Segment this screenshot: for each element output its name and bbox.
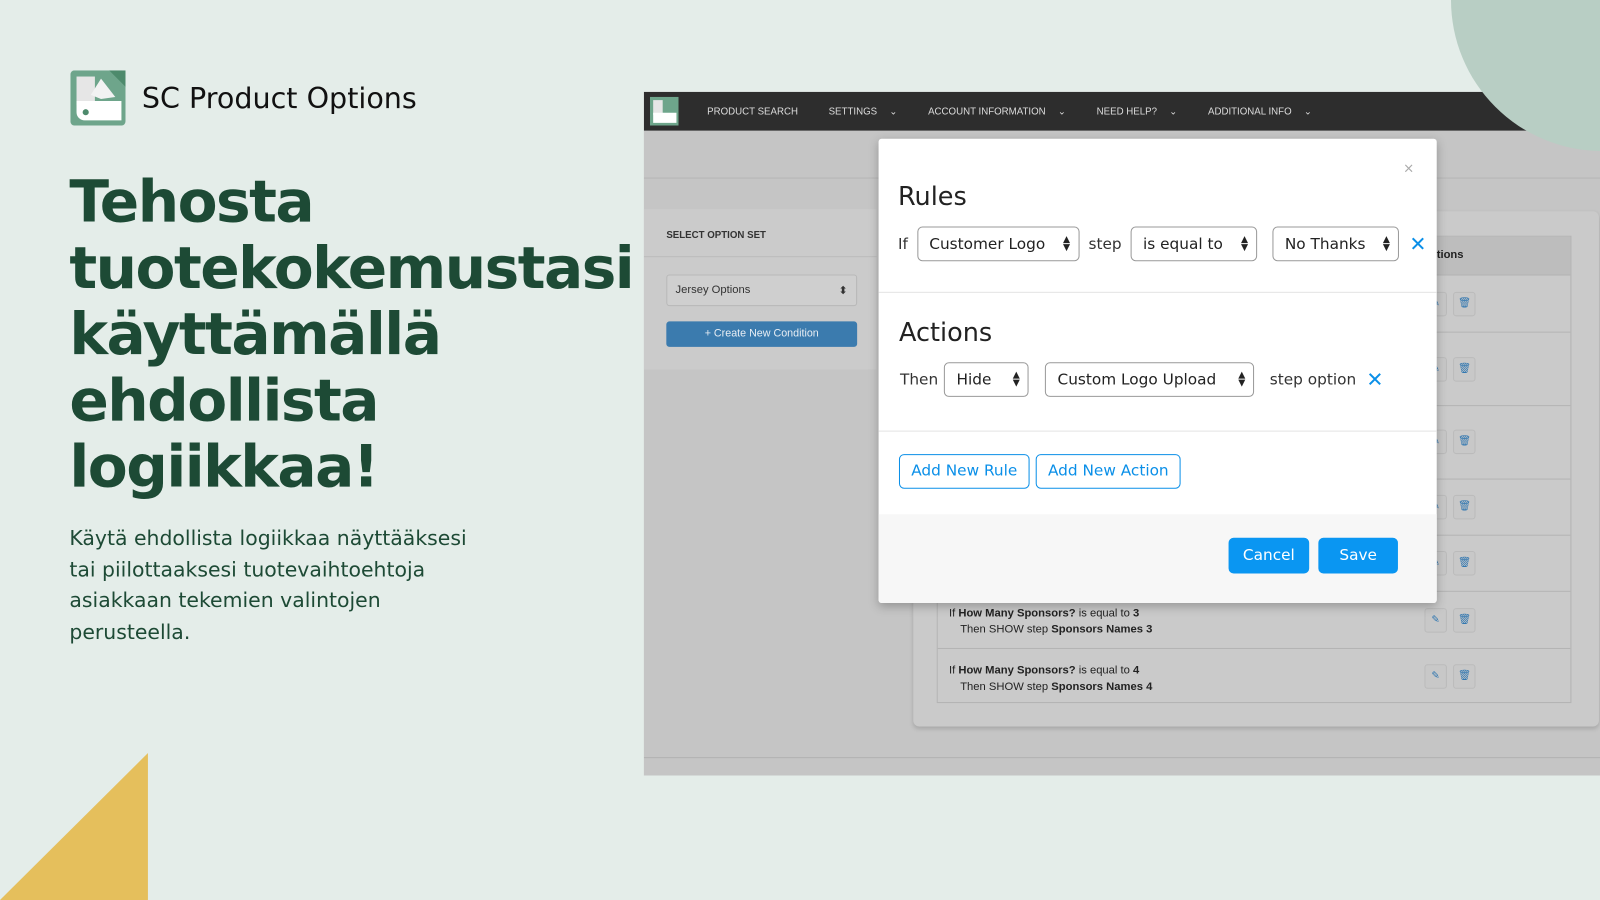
then-label: Then (899, 370, 939, 389)
trash-icon[interactable]: 🗑 (1453, 664, 1476, 689)
app-logo-icon (70, 70, 126, 126)
cancel-button[interactable]: Cancel (1228, 537, 1310, 574)
option-set-panel: SELECT OPTION SET Jersey Options ⬍ + Crea… (643, 209, 877, 370)
select-option-set-label: SELECT OPTION SET (666, 229, 766, 241)
chevron-down-icon: ⌄ (1169, 105, 1178, 117)
condition-text: If How Many Sponsors? is equal to 3 Then … (948, 607, 1153, 636)
save-button[interactable]: Save (1318, 537, 1398, 574)
close-icon[interactable]: × (1403, 161, 1414, 176)
remove-action-icon[interactable]: ✕ (1366, 367, 1383, 391)
nav-need-help[interactable]: NEED HELP? ⌄ (1097, 106, 1178, 117)
select-value: Custom Logo Upload (1057, 370, 1217, 389)
add-new-action-button[interactable]: Add New Action (1035, 454, 1181, 489)
nav-account-information[interactable]: ACCOUNT INFORMATION ⌄ (928, 106, 1066, 117)
edit-icon[interactable]: ✎ (1424, 608, 1447, 633)
option-set-select[interactable]: Jersey Options ⬍ (666, 274, 858, 307)
rules-title: Rules (897, 181, 967, 212)
brand-name: SC Product Options (141, 81, 417, 116)
step-option-label: step option (1269, 370, 1357, 389)
remove-rule-icon[interactable]: ✕ (1409, 232, 1426, 256)
select-arrows-icon: ▲ ▼ (1382, 234, 1390, 254)
table-row: If How Many Sponsors? is equal to 4 Then … (937, 647, 1571, 704)
actions-title: Actions (898, 317, 993, 347)
trash-icon[interactable]: 🗑 (1453, 357, 1476, 382)
modal-footer: Cancel Save (878, 514, 1437, 604)
step-label: step (1088, 234, 1122, 254)
divider (643, 757, 1600, 759)
chevron-down-icon: ⌄ (1303, 105, 1313, 117)
nav-label: ADDITIONAL INFO (1207, 105, 1292, 117)
select-value: is equal to (1143, 234, 1223, 254)
select-value: Hide (956, 370, 992, 389)
trash-icon[interactable]: 🗑 (1453, 429, 1476, 455)
if-label: If (897, 234, 908, 254)
chevron-down-icon: ⌄ (889, 105, 898, 117)
nav-additional-info[interactable]: ADDITIONAL INFO ⌄ (1208, 106, 1312, 117)
description: Käytä ehdollista logiikkaa näyttääksesi … (69, 525, 467, 644)
trash-icon[interactable]: 🗑 (1453, 551, 1476, 576)
select-arrows-icon: ▲ ▼ (1012, 370, 1020, 389)
chevron-down-icon: ⌄ (1057, 105, 1067, 117)
nav-label: ACCOUNT INFORMATION (928, 105, 1046, 117)
trash-icon[interactable]: 🗑 (1453, 291, 1476, 317)
condition-modal: × Rules If Customer Logo ▲ ▼ step is equal… (878, 138, 1437, 604)
rule-field-select[interactable]: Customer Logo ▲ ▼ (917, 226, 1080, 262)
divider (878, 291, 1437, 293)
condition-text: If How Many Sponsors? is equal to 4 Then … (948, 664, 1153, 693)
trash-icon[interactable]: 🗑 (1453, 608, 1476, 633)
top-nav: PRODUCT SEARCH SETTINGS ⌄ ACCOUNT INFORMA… (643, 91, 1600, 131)
select-arrows-icon: ▲ ▼ (1238, 370, 1246, 389)
select-arrows-icon: ▲ ▼ (1063, 234, 1071, 254)
decorative-triangle (0, 753, 148, 900)
edit-icon[interactable]: ✎ (1424, 664, 1447, 689)
rule-value-select[interactable]: No Thanks ▲ ▼ (1272, 226, 1400, 262)
trash-icon[interactable]: 🗑 (1453, 494, 1476, 520)
add-new-rule-button[interactable]: Add New Rule (898, 454, 1030, 489)
nav-settings[interactable]: SETTINGS ⌄ (829, 106, 898, 117)
nav-label: PRODUCT SEARCH (707, 105, 798, 117)
select-arrows-icon: ⬍ (838, 284, 848, 297)
nav-label: NEED HELP? (1096, 105, 1157, 117)
divider (643, 256, 877, 258)
nav-logo-icon[interactable] (649, 96, 679, 127)
action-type-select[interactable]: Hide ▲ ▼ (944, 362, 1029, 397)
nav-product-search[interactable]: PRODUCT SEARCH (707, 106, 798, 117)
divider (878, 430, 1437, 432)
select-arrows-icon: ▲ ▼ (1241, 234, 1249, 254)
select-value: No Thanks (1284, 234, 1366, 254)
action-target-select[interactable]: Custom Logo Upload ▲ ▼ (1045, 362, 1255, 397)
headline: Tehosta tuotekokemustasi käyttämällä ehd… (69, 168, 634, 502)
actions-header: tions (1436, 248, 1464, 262)
create-new-condition-button[interactable]: + Create New Condition (666, 321, 858, 347)
rule-operator-select[interactable]: is equal to ▲ ▼ (1130, 226, 1258, 262)
select-value: Customer Logo (929, 234, 1046, 254)
select-value: Jersey Options (675, 283, 751, 296)
nav-label: SETTINGS (828, 105, 878, 117)
